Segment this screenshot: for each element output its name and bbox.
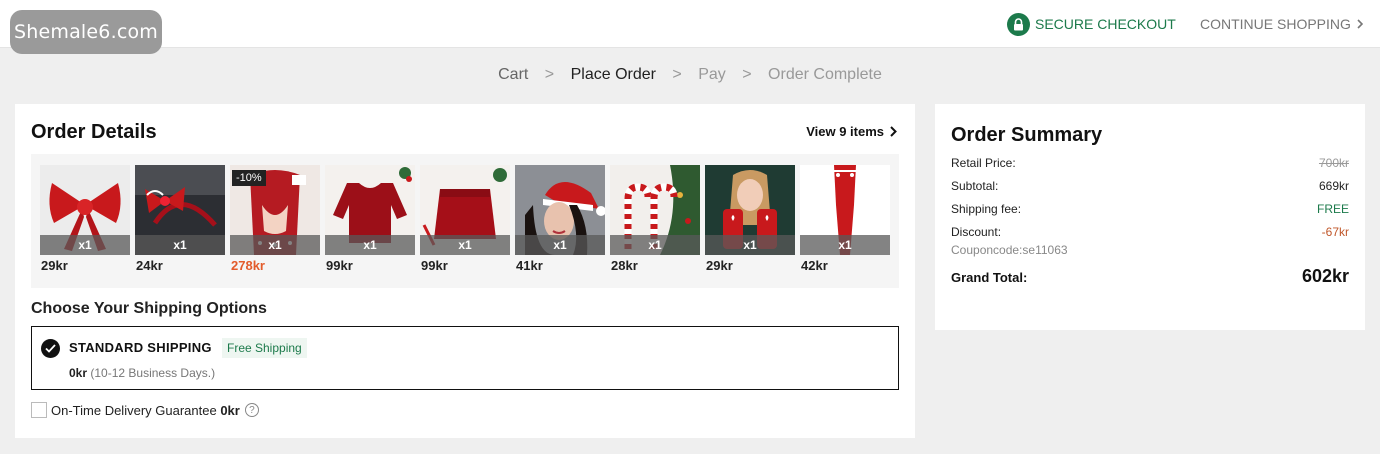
delivery-guarantee: On-Time Delivery Guarantee 0kr ?: [31, 402, 259, 418]
checkout-breadcrumb: Cart > Place Order > Pay > Order Complet…: [0, 66, 1380, 84]
product-thumbnail[interactable]: x1: [135, 165, 225, 255]
product-thumbnail[interactable]: x1: [610, 165, 700, 255]
item-price: 41kr: [516, 258, 543, 273]
secure-checkout-label: SECURE CHECKOUT: [1035, 16, 1176, 32]
item-quantity: x1: [610, 235, 700, 255]
shipping-fee-value: FREE: [1316, 202, 1349, 216]
order-item[interactable]: -10% x1 278kr: [230, 165, 320, 273]
site-logo[interactable]: Shemale6.com: [10, 10, 162, 54]
order-item[interactable]: x1 28kr: [610, 165, 700, 273]
guarantee-checkbox[interactable]: [31, 402, 47, 418]
item-quantity: x1: [800, 235, 890, 255]
item-quantity: x1: [325, 235, 415, 255]
item-price: 99kr: [421, 258, 448, 273]
view-items-label: View 9 items: [806, 124, 884, 139]
top-header: Shemale6.com SECURE CHECKOUT CONTINUE SH…: [0, 0, 1380, 54]
item-quantity: x1: [515, 235, 605, 255]
product-thumbnail[interactable]: x1: [325, 165, 415, 255]
item-price: 29kr: [706, 258, 733, 273]
discount-value: -67kr: [1321, 225, 1349, 239]
order-item[interactable]: x1 24kr: [135, 165, 225, 273]
discount-row: Discount: -67kr: [951, 225, 1349, 239]
breadcrumb-separator: >: [672, 66, 682, 83]
subtotal-row: Subtotal: 669kr: [951, 179, 1349, 193]
grand-total-label: Grand Total:: [951, 270, 1028, 285]
subtotal-label: Subtotal:: [951, 179, 999, 193]
discount-tag: -10%: [232, 170, 266, 186]
product-thumbnail[interactable]: x1: [420, 165, 510, 255]
guarantee-price: 0kr: [220, 402, 240, 418]
shipping-option-standard[interactable]: STANDARD SHIPPING Free Shipping 0kr (10-…: [31, 326, 899, 390]
order-details-title: Order Details: [31, 121, 157, 143]
item-price: 99kr: [326, 258, 353, 273]
order-item[interactable]: x1 41kr: [515, 165, 605, 273]
item-quantity: x1: [230, 235, 320, 255]
shipping-fee-label: Shipping fee:: [951, 202, 1022, 216]
chevron-right-icon: [890, 126, 897, 137]
order-item[interactable]: x1 29kr: [705, 165, 795, 273]
retail-price-value: 700kr: [1318, 156, 1349, 170]
product-thumbnail[interactable]: x1: [515, 165, 605, 255]
shipping-cost: 0kr (10-12 Business Days.): [69, 366, 215, 380]
shipping-options-title: Choose Your Shipping Options: [31, 300, 267, 317]
order-item[interactable]: x1 99kr: [325, 165, 415, 273]
item-price: 278kr: [231, 258, 265, 273]
order-details-panel: Order Details View 9 items x1 29kr x1 24…: [15, 104, 915, 438]
grand-total-value: 602kr: [1301, 266, 1349, 286]
product-thumbnail[interactable]: x1: [705, 165, 795, 255]
order-item[interactable]: x1 29kr: [40, 165, 130, 273]
grand-total-row: Grand Total: 602kr: [951, 266, 1349, 286]
product-thumbnail[interactable]: -10% x1: [230, 165, 320, 255]
shipping-days: (10-12 Business Days.): [90, 366, 216, 380]
retail-price-label: Retail Price:: [951, 156, 1016, 170]
order-summary-panel: Order Summary Retail Price: 700kr Subtot…: [935, 104, 1365, 330]
item-quantity: x1: [420, 235, 510, 255]
breadcrumb-step-cart[interactable]: Cart: [498, 66, 528, 84]
item-price: 24kr: [136, 258, 163, 273]
subtotal-value: 669kr: [1318, 179, 1349, 193]
secure-checkout-badge: SECURE CHECKOUT: [1007, 12, 1176, 36]
checkmark-icon: [41, 339, 60, 358]
discount-label: Discount:: [951, 225, 1002, 239]
continue-shopping-link[interactable]: CONTINUE SHOPPING: [1200, 12, 1363, 36]
breadcrumb-separator: >: [742, 66, 752, 83]
view-items-link[interactable]: View 9 items: [806, 124, 897, 139]
product-thumbnail[interactable]: x1: [800, 165, 890, 255]
item-price: 29kr: [41, 258, 68, 273]
item-quantity: x1: [705, 235, 795, 255]
coupon-code: Couponcode:se11063: [951, 243, 1068, 257]
lock-icon: [1007, 12, 1030, 36]
continue-shopping-label: CONTINUE SHOPPING: [1200, 16, 1351, 32]
item-quantity: x1: [135, 235, 225, 255]
product-thumbnail[interactable]: x1: [40, 165, 130, 255]
item-price: 28kr: [611, 258, 638, 273]
breadcrumb-separator: >: [544, 66, 555, 83]
order-summary-title: Order Summary: [951, 124, 1103, 146]
free-shipping-badge: Free Shipping: [222, 338, 307, 358]
shipping-fee-row: Shipping fee: FREE: [951, 202, 1349, 216]
shipping-option-name: STANDARD SHIPPING: [69, 340, 212, 355]
guarantee-label: On-Time Delivery Guarantee: [51, 402, 217, 418]
order-item[interactable]: x1 99kr: [420, 165, 510, 273]
order-item[interactable]: x1 42kr: [800, 165, 890, 273]
breadcrumb-step-order-complete: Order Complete: [768, 66, 882, 83]
item-price: 42kr: [801, 258, 828, 273]
chevron-right-icon: [1357, 19, 1363, 29]
question-mark-icon[interactable]: ?: [244, 403, 259, 417]
retail-price-row: Retail Price: 700kr: [951, 156, 1349, 170]
shipping-cost-value: 0kr: [69, 366, 88, 380]
item-quantity: x1: [40, 235, 130, 255]
order-items-strip: x1 29kr x1 24kr -10% x1 278kr x1 99kr x1…: [31, 154, 899, 288]
breadcrumb-step-place-order: Place Order: [570, 66, 656, 83]
breadcrumb-step-pay: Pay: [698, 66, 726, 83]
